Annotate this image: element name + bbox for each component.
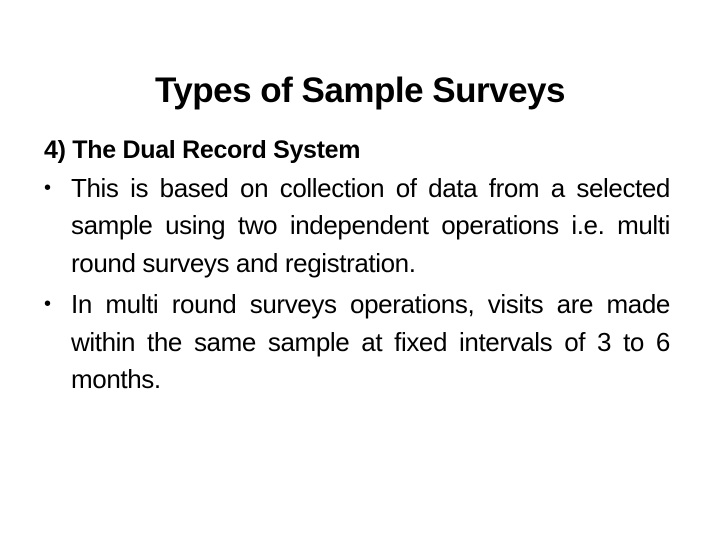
section-subheading: 4) The Dual Record System bbox=[44, 136, 361, 164]
bullet-item: • In multi round surveys operations, vis… bbox=[44, 286, 670, 399]
bullet-item: • This is based on collection of data fr… bbox=[44, 170, 670, 283]
bullet-text: This is based on collection of data from… bbox=[71, 172, 670, 278]
slide-title: Types of Sample Surveys bbox=[155, 71, 565, 111]
bullet-text: In multi round surveys operations, visit… bbox=[71, 289, 670, 394]
bullet-list: • This is based on collection of data fr… bbox=[44, 170, 670, 399]
bullet-icon: • bbox=[44, 293, 51, 315]
bullet-icon: • bbox=[44, 176, 51, 199]
slide-content: 4) The Dual Record System • This is base… bbox=[44, 132, 670, 403]
